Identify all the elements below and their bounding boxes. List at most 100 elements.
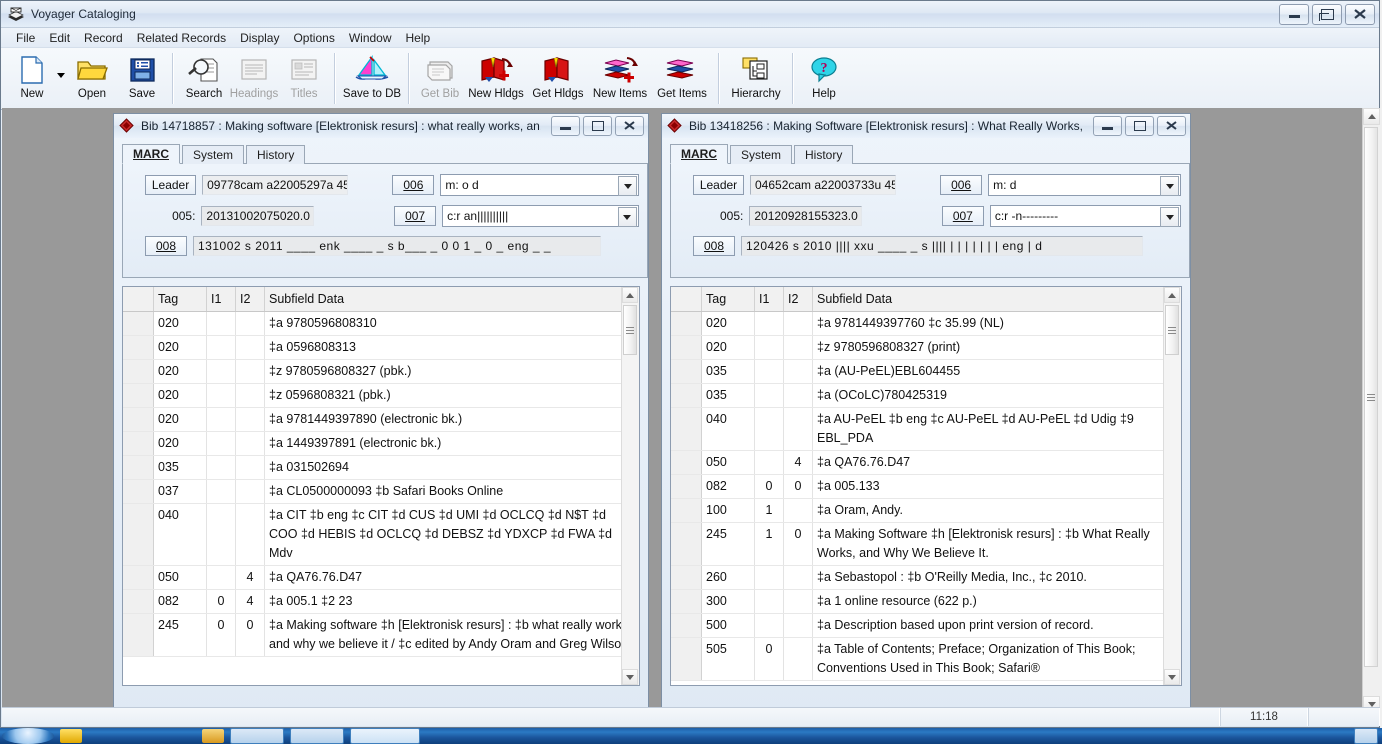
bib-record-window-left[interactable]: Bib 14718857 : Making software [Elektron… bbox=[113, 113, 649, 713]
toolbar-help-button[interactable]: ? Help bbox=[799, 48, 849, 109]
table-row[interactable]: 040 ‡a AU-PeEL ‡b eng ‡c AU-PeEL ‡d AU-Pe… bbox=[671, 407, 1181, 451]
left-col-tag[interactable]: Tag bbox=[153, 287, 207, 312]
toolbar-save-to-db-button[interactable]: Save to DB bbox=[341, 48, 403, 109]
right-col-i2[interactable]: I2 bbox=[783, 287, 813, 312]
right-008-button[interactable]: 008 bbox=[693, 236, 735, 256]
table-row[interactable]: 500 ‡a Description based upon print versi… bbox=[671, 613, 1181, 638]
chevron-down-icon[interactable] bbox=[1160, 207, 1180, 227]
left-window-title-bar[interactable]: Bib 14718857 : Making software [Elektron… bbox=[114, 114, 648, 138]
menu-help[interactable]: Help bbox=[399, 30, 438, 46]
quicklaunch-window-icon[interactable] bbox=[202, 729, 224, 743]
close-button[interactable] bbox=[1345, 4, 1375, 25]
table-row[interactable]: 020 ‡z 9780596808327 (print) bbox=[671, 335, 1181, 360]
mdi-vertical-scrollbar[interactable] bbox=[1362, 108, 1380, 713]
table-row[interactable]: 300 ‡a 1 online resource (622 p.) bbox=[671, 589, 1181, 614]
table-row[interactable]: 020 ‡a 9781449397760 ‡c 35.99 (NL) bbox=[671, 311, 1181, 336]
menu-related-records[interactable]: Related Records bbox=[130, 30, 233, 46]
right-tab-marc[interactable]: MARC bbox=[670, 144, 728, 164]
minimize-button[interactable] bbox=[1279, 4, 1309, 25]
left-col-subfield-data[interactable]: Subfield Data bbox=[264, 287, 639, 312]
left-minimize-button[interactable] bbox=[551, 116, 580, 136]
table-row[interactable]: 245 1 0 ‡a Making Software ‡h [Elektronisk … bbox=[671, 522, 1181, 566]
table-row[interactable]: 082 0 4 ‡a 005.1 ‡2 23 bbox=[123, 589, 639, 614]
new-dropdown-arrow-icon[interactable] bbox=[57, 73, 65, 78]
left-007-button[interactable]: 007 bbox=[394, 206, 437, 226]
right-col-i1[interactable]: I1 bbox=[754, 287, 784, 312]
taskbar-item-browser[interactable] bbox=[230, 728, 284, 744]
left-maximize-button[interactable] bbox=[583, 116, 612, 136]
menu-window[interactable]: Window bbox=[342, 30, 399, 46]
left-008-button[interactable]: 008 bbox=[145, 236, 187, 256]
toolbar-hierarchy-button[interactable]: Hierarchy bbox=[725, 48, 787, 109]
right-marc-grid[interactable]: Tag I1 I2 Subfield Data 020 ‡a 9781449397… bbox=[670, 286, 1182, 686]
toolbar-open-button[interactable]: Open bbox=[67, 48, 117, 109]
right-grid-scroll-thumb[interactable] bbox=[1165, 305, 1179, 355]
left-tab-system[interactable]: System bbox=[182, 145, 245, 164]
toolbar-search-button[interactable]: Search bbox=[179, 48, 229, 109]
table-row[interactable]: 020 ‡a 0596808313 bbox=[123, 335, 639, 360]
left-grid-scroll-up-button[interactable] bbox=[622, 287, 638, 303]
right-grid-scrollbar[interactable] bbox=[1163, 287, 1181, 685]
right-tab-history[interactable]: History bbox=[794, 145, 854, 164]
right-007-combo[interactable]: c:r -n--------- bbox=[989, 205, 1182, 227]
chevron-down-icon[interactable] bbox=[617, 207, 637, 227]
menu-options[interactable]: Options bbox=[286, 30, 341, 46]
right-window-title-bar[interactable]: Bib 13418256 : Making Software [Elektron… bbox=[662, 114, 1190, 138]
table-row[interactable]: 245 0 0 ‡a Making software ‡h [Elektronisk … bbox=[123, 613, 639, 657]
left-leader-value[interactable]: 09778cam a22005297a 4500 bbox=[202, 175, 349, 195]
toolbar-save-button[interactable]: Save bbox=[117, 48, 167, 109]
left-tab-marc[interactable]: MARC bbox=[122, 144, 180, 164]
right-col-subfield-data[interactable]: Subfield Data bbox=[812, 287, 1181, 312]
right-006-button[interactable]: 006 bbox=[940, 175, 983, 195]
right-007-button[interactable]: 007 bbox=[941, 206, 984, 226]
table-row[interactable]: 020 ‡a 9780596808310 bbox=[123, 311, 639, 336]
toolbar-new-hldgs-button[interactable]: New Hldgs bbox=[465, 48, 527, 109]
mdi-scroll-up-button[interactable] bbox=[1363, 108, 1380, 125]
table-row[interactable]: 020 ‡z 0596808321 (pbk.) bbox=[123, 383, 639, 408]
right-008-value[interactable]: 120426 s 2010 |||| xxu ____ _ s |||| | |… bbox=[741, 236, 1143, 256]
taskbar-show-desktop[interactable] bbox=[1354, 728, 1378, 744]
toolbar-get-items-button[interactable]: Get Items bbox=[651, 48, 713, 109]
left-col-i2[interactable]: I2 bbox=[235, 287, 265, 312]
start-button[interactable] bbox=[2, 728, 54, 744]
chevron-down-icon[interactable] bbox=[1160, 176, 1179, 196]
right-grid-scroll-down-button[interactable] bbox=[1164, 669, 1180, 685]
left-grid-scroll-thumb[interactable] bbox=[623, 305, 637, 355]
left-006-combo[interactable]: m: o d bbox=[440, 174, 639, 196]
right-leader-button[interactable]: Leader bbox=[693, 175, 744, 195]
left-marc-grid[interactable]: Tag I1 I2 Subfield Data 020 ‡a 9780596808… bbox=[122, 286, 640, 686]
restore-button[interactable] bbox=[1312, 4, 1342, 25]
right-leader-value[interactable]: 04652cam a22003733u 4500 bbox=[750, 175, 897, 195]
menu-display[interactable]: Display bbox=[233, 30, 286, 46]
left-007-combo[interactable]: c:r an|||||||||| bbox=[442, 205, 639, 227]
menu-record[interactable]: Record bbox=[77, 30, 130, 46]
left-leader-button[interactable]: Leader bbox=[145, 175, 197, 195]
table-row[interactable]: 505 0 ‡a Table of Contents; Preface; Organ… bbox=[671, 637, 1181, 681]
toolbar-new-items-button[interactable]: New Items bbox=[589, 48, 651, 109]
menu-file[interactable]: File bbox=[9, 30, 42, 46]
toolbar-get-hldgs-button[interactable]: Get Hldgs bbox=[527, 48, 589, 109]
table-row[interactable]: 050 4 ‡a QA76.76.D47 bbox=[671, 450, 1181, 475]
left-grid-scrollbar[interactable] bbox=[621, 287, 639, 685]
table-row[interactable]: 260 ‡a Sebastopol : ‡b O'Reilly Media, In… bbox=[671, 565, 1181, 590]
right-grid-scroll-up-button[interactable] bbox=[1164, 287, 1180, 303]
left-006-button[interactable]: 006 bbox=[392, 175, 435, 195]
right-tab-system[interactable]: System bbox=[730, 145, 793, 164]
table-row[interactable]: 035 ‡a 031502694 bbox=[123, 455, 639, 480]
table-row[interactable]: 020 ‡a 9781449397890 (electronic bk.) bbox=[123, 407, 639, 432]
table-row[interactable]: 035 ‡a (OCoLC)780425319 bbox=[671, 383, 1181, 408]
table-row[interactable]: 100 1 ‡a Oram, Andy. bbox=[671, 498, 1181, 523]
taskbar-item-explorer[interactable] bbox=[290, 728, 344, 744]
left-col-i1[interactable]: I1 bbox=[206, 287, 236, 312]
right-close-button[interactable] bbox=[1157, 116, 1186, 136]
right-col-tag[interactable]: Tag bbox=[701, 287, 755, 312]
left-008-value[interactable]: 131002 s 2011 ____ enk ____ _ s b___ _ 0… bbox=[193, 236, 601, 256]
toolbar-new-button[interactable]: New bbox=[7, 48, 57, 109]
right-minimize-button[interactable] bbox=[1093, 116, 1122, 136]
left-close-button[interactable] bbox=[615, 116, 644, 136]
left-grid-scroll-down-button[interactable] bbox=[622, 669, 638, 685]
table-row[interactable]: 082 0 0 ‡a 005.133 bbox=[671, 474, 1181, 499]
table-row[interactable]: 020 ‡a 1449397891 (electronic bk.) bbox=[123, 431, 639, 456]
taskbar-item-voyager[interactable] bbox=[350, 728, 420, 744]
quicklaunch-folder-icon[interactable] bbox=[60, 729, 82, 743]
